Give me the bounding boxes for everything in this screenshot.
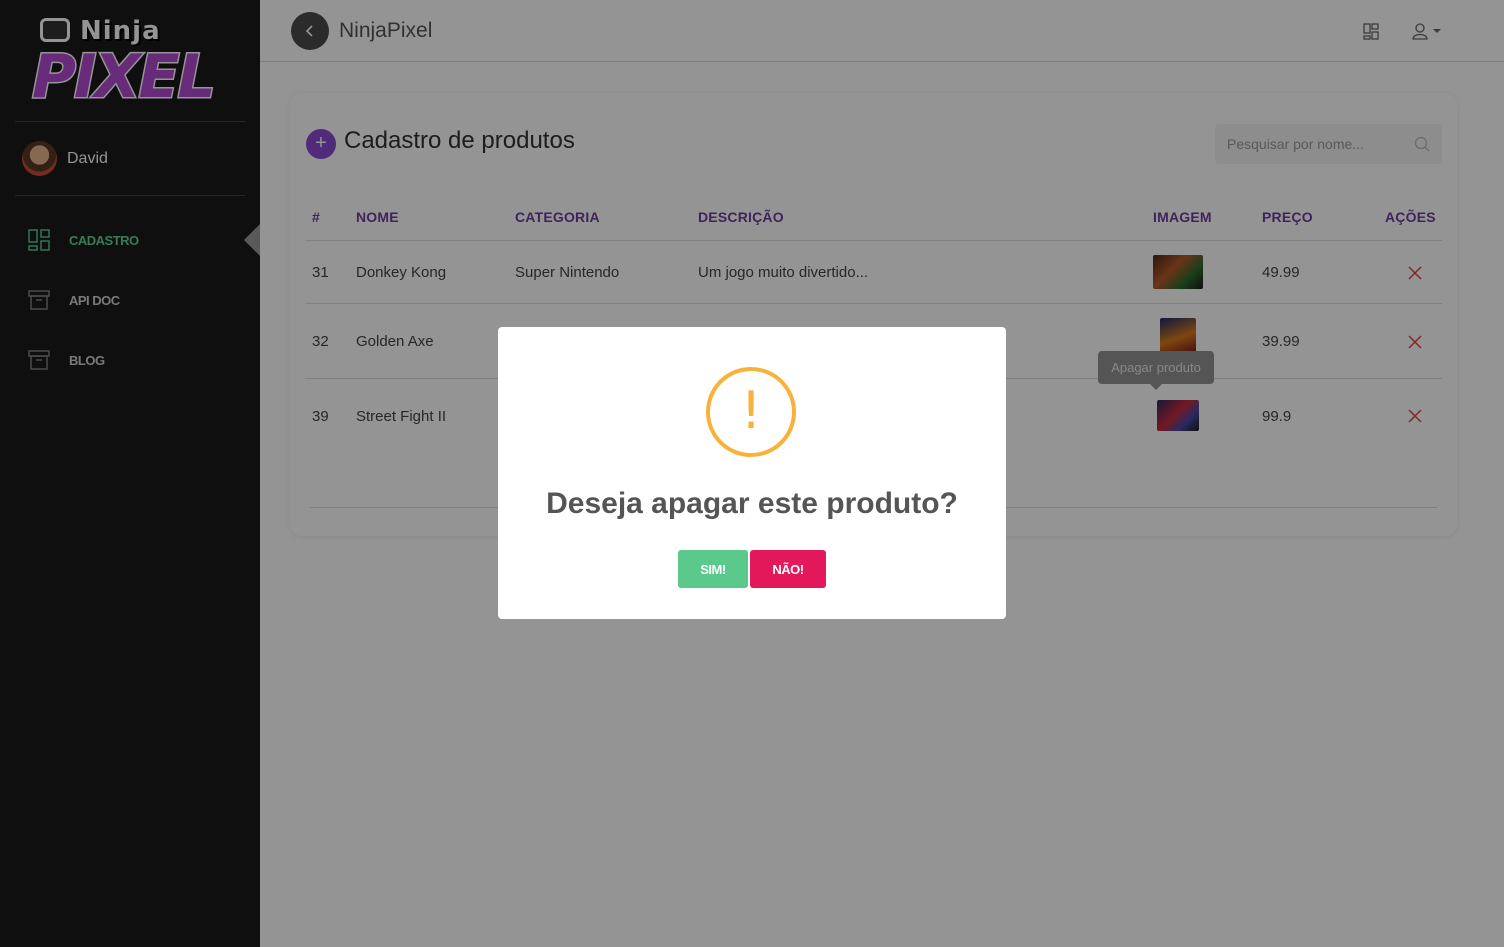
cancel-button[interactable]: NÃO!	[750, 550, 826, 588]
confirm-button[interactable]: SIM!	[678, 550, 748, 588]
warning-symbol: !	[740, 381, 762, 441]
tooltip: Apagar produto	[1098, 351, 1214, 390]
warning-icon: !	[706, 367, 796, 457]
confirm-delete-dialog: ! Deseja apagar este produto? SIM! NÃO!	[498, 327, 1006, 619]
dialog-title: Deseja apagar este produto?	[546, 487, 958, 520]
